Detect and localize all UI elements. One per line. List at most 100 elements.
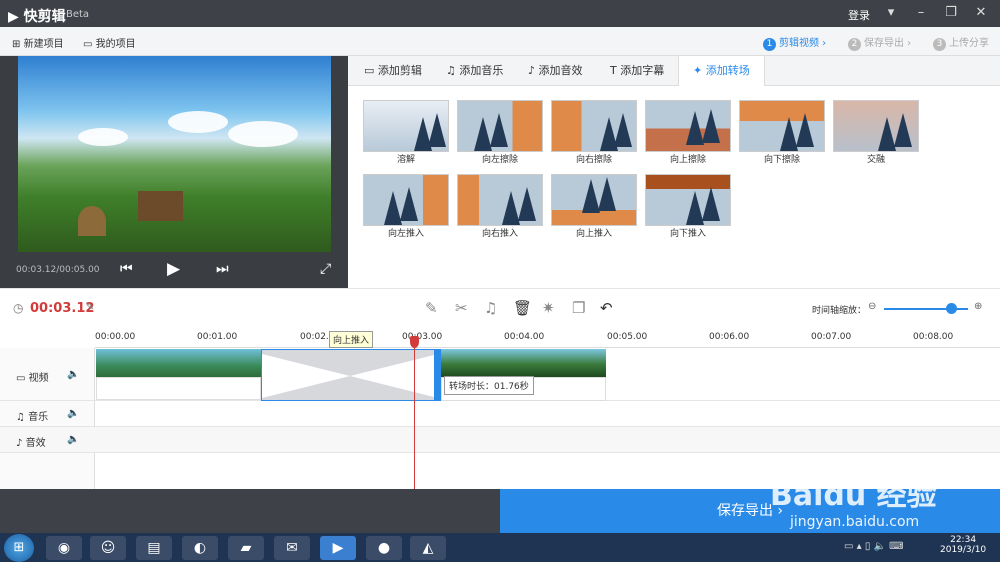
360-browser-icon[interactable]: ◉: [46, 536, 82, 560]
transition-icon: ✦: [693, 64, 703, 77]
app-icon[interactable]: ▰: [228, 536, 264, 560]
playhead-handle[interactable]: [410, 336, 419, 348]
transition-item[interactable]: 向左擦除: [457, 100, 543, 165]
track-name: 音效: [25, 438, 46, 449]
ruler-tick: 00:00.00: [95, 332, 136, 342]
transition-item[interactable]: 向右推入: [457, 174, 543, 239]
close-icon[interactable]: ✕: [970, 3, 992, 23]
system-clock[interactable]: 22:34 2019/3/10: [940, 535, 986, 555]
step-number: 1: [763, 38, 776, 51]
transition-item[interactable]: 向上擦除: [645, 100, 731, 165]
zoom-out-icon[interactable]: ⊖: [868, 301, 876, 312]
transition-resize-handle[interactable]: [434, 349, 441, 401]
pencil-icon[interactable]: ✎: [425, 299, 438, 317]
tab-add-transition[interactable]: ✦ 添加转场: [678, 56, 765, 87]
volume-icon[interactable]: 🔈: [67, 369, 79, 380]
wipe-down-thumbnail: [739, 100, 825, 152]
transition-clip[interactable]: [261, 349, 438, 401]
undo-icon[interactable]: ↶: [600, 299, 613, 317]
tab-add-sound-effect[interactable]: ♪ 添加音效: [514, 56, 597, 86]
transition-item[interactable]: 溶解: [363, 100, 449, 165]
plus-box-icon: ⊞: [12, 39, 21, 50]
firefox-icon[interactable]: ◐: [182, 536, 218, 560]
tab-add-clip[interactable]: ▭ 添加剪辑: [350, 56, 436, 86]
sound-effect-icon: ♪: [528, 64, 536, 77]
transition-label: 向上推入: [575, 229, 612, 239]
watermark-brand: Baidu 经验: [770, 478, 937, 513]
track-name: 音乐: [28, 412, 49, 423]
ruler-tick: 00:07.00: [811, 332, 852, 342]
video-clip-1-body[interactable]: [96, 377, 261, 400]
step-edit[interactable]: 1 剪辑视频 ›: [763, 34, 826, 51]
clock-icon: ◷: [13, 301, 24, 315]
title-bar: ▶ 快剪辑 Beta 登录 ▾ – ❐ ✕: [0, 0, 1000, 27]
ruler-tick: 00:03.00: [402, 332, 443, 342]
sound-effect-icon: ♪: [16, 438, 23, 449]
volume-icon[interactable]: 🔈: [67, 408, 79, 419]
step-export[interactable]: 2 保存导出 ›: [848, 34, 911, 51]
menu-icon[interactable]: ▾: [880, 3, 902, 23]
login-button[interactable]: 登录: [848, 7, 870, 23]
kuaijianji-icon[interactable]: ▶: [320, 536, 356, 560]
watermark-url: jingyan.baidu.com: [790, 514, 920, 530]
minimize-icon[interactable]: –: [910, 3, 932, 23]
playhead-line[interactable]: [414, 336, 415, 489]
previous-frame-icon[interactable]: ⏮: [120, 261, 133, 277]
next-frame-icon[interactable]: ⏭: [216, 261, 229, 277]
system-tray-icons[interactable]: ▭ ▴ ▯ 🔈 ⌨: [844, 541, 904, 552]
maximize-icon[interactable]: ❐: [940, 3, 962, 23]
tab-add-subtitle[interactable]: T 添加字幕: [596, 56, 678, 86]
video-editor-icon[interactable]: ✉: [274, 536, 310, 560]
record-icon[interactable]: ●: [366, 536, 402, 560]
windows-start-icon[interactable]: ⊞: [4, 534, 34, 562]
transition-item[interactable]: 交融: [833, 100, 919, 165]
scissors-icon[interactable]: ✂: [455, 299, 468, 317]
my-projects-label: 我的项目: [95, 39, 136, 50]
ruler-tick: 00:08.00: [913, 332, 954, 342]
crop-icon[interactable]: ✷: [542, 299, 555, 317]
video-clip-2[interactable]: [441, 349, 606, 377]
transition-label: 向右推入: [481, 229, 518, 239]
volume-icon[interactable]: 🔈: [67, 434, 79, 445]
my-projects-button[interactable]: ▭ 我的项目: [83, 35, 136, 50]
transition-item[interactable]: 向上推入: [551, 174, 637, 239]
push-up-thumbnail: [551, 174, 637, 226]
sound-effect-track-label: ♪ 音效: [16, 434, 46, 449]
delete-icon[interactable]: 🗑: [513, 299, 532, 317]
wipe-up-thumbnail: [645, 100, 731, 152]
fullscreen-icon[interactable]: ⤢: [320, 261, 331, 277]
transition-label: 向下推入: [669, 229, 706, 239]
push-right-thumbnail: [457, 174, 543, 226]
music-track: [0, 401, 1000, 427]
zoom-in-icon[interactable]: ⊕: [974, 301, 982, 312]
bell-icon[interactable]: ♫: [484, 299, 497, 317]
new-project-button[interactable]: ⊞ 新建项目: [12, 35, 64, 50]
transition-label: 交融: [866, 155, 885, 165]
transition-item[interactable]: 向下推入: [645, 174, 731, 239]
tab-add-music[interactable]: ♫ 添加音乐: [432, 56, 517, 86]
qq-icon[interactable]: ☺: [90, 536, 126, 560]
timeline-ruler: 00:00.00 00:01.00 00:02.0 00:03.00 00:04…: [95, 330, 1000, 348]
play-icon[interactable]: ▶: [167, 259, 180, 279]
transition-label: 向下擦除: [763, 155, 800, 165]
beta-label: Beta: [66, 9, 90, 20]
copy-icon[interactable]: ❐: [572, 299, 585, 317]
video-clip-1[interactable]: [96, 349, 261, 377]
music-icon: ♫: [16, 412, 25, 423]
main-toolbar: ⊞ 新建项目 ▭ 我的项目 1 剪辑视频 › 2 保存导出 › 3 上传分享: [0, 27, 1000, 56]
edit-time-icon[interactable]: ✎: [86, 302, 94, 313]
preview-timecode: 00:03.12/00:05.00: [16, 265, 100, 275]
transition-shape: [262, 354, 438, 398]
transition-item[interactable]: 向左推入: [363, 174, 449, 239]
folder-icon: ▭: [83, 39, 93, 50]
zoom-slider-knob[interactable]: [946, 303, 958, 314]
step-share[interactable]: 3 上传分享: [933, 34, 989, 51]
push-down-thumbnail: [645, 174, 731, 226]
transition-item[interactable]: 向下擦除: [739, 100, 825, 165]
transition-label: 向左擦除: [481, 155, 518, 165]
transition-item[interactable]: 向右擦除: [551, 100, 637, 165]
ruler-tick: 00:01.00: [197, 332, 238, 342]
screenshot-tool-icon[interactable]: ◭: [410, 536, 446, 560]
file-explorer-icon[interactable]: ▤: [136, 536, 172, 560]
app-logo: ▶ 快剪辑: [8, 9, 66, 25]
